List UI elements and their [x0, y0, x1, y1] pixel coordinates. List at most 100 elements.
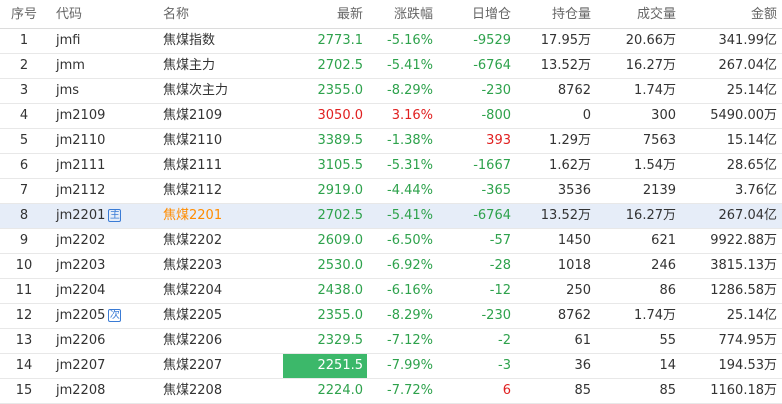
row-amount: 28.65亿 — [726, 158, 777, 173]
table-row[interactable]: 11 jm2204 焦煤2204 2438.0 -6.16% -12 250 86 1286.5… — [0, 279, 782, 304]
row-code-cell: jm2110 — [56, 129, 156, 153]
main-contract-badge: 主 — [108, 209, 122, 222]
row-name: 焦煤2207 — [163, 358, 223, 373]
row-volume: 16.27万 — [625, 208, 676, 223]
table-row[interactable]: 13 jm2206 焦煤2206 2329.5 -7.12% -2 61 55 774.95万 — [0, 329, 782, 354]
row-last-price: 3050.0 — [317, 108, 364, 123]
header-index[interactable]: 序号 — [0, 0, 48, 28]
row-index: 6 — [19, 158, 29, 173]
row-open-interest: 250 — [566, 283, 591, 298]
row-oi-change: -57 — [489, 233, 511, 248]
table-row[interactable]: 5 jm2110 焦煤2110 3389.5 -1.38% 393 1.29万 7563 15.… — [0, 129, 782, 154]
header-volume[interactable]: 成交量 — [591, 0, 676, 28]
row-volume: 86 — [659, 283, 676, 298]
row-name: 焦煤2112 — [163, 183, 223, 198]
table-row[interactable]: 4 jm2109 焦煤2109 3050.0 3.16% -800 0 300 5490.00万 — [0, 104, 782, 129]
row-code-cell: jm2207 — [56, 354, 156, 378]
row-code: jm2111 — [56, 158, 106, 173]
row-last-price: 2355.0 — [317, 308, 364, 323]
table-row[interactable]: 3 jms 焦煤次主力 2355.0 -8.29% -230 8762 1.74万 25.14亿 — [0, 79, 782, 104]
header-name[interactable]: 名称 — [163, 0, 283, 28]
row-code: jm2205 — [56, 308, 106, 323]
table-row[interactable]: 12 jm2205 次焦煤2205 2355.0 -8.29% -230 8762 1.74万… — [0, 304, 782, 329]
row-volume: 300 — [651, 108, 676, 123]
row-code-cell: jms — [56, 79, 156, 103]
row-last-price: 2919.0 — [317, 183, 364, 198]
row-code-cell: jm2206 — [56, 329, 156, 353]
row-volume: 246 — [651, 258, 676, 273]
header-code[interactable]: 代码 — [56, 0, 156, 28]
row-oi-change: -1667 — [473, 158, 511, 173]
row-change-pct: -8.29% — [387, 83, 433, 98]
row-oi-change: -2 — [498, 333, 511, 348]
table-row[interactable]: 1 jmfi 焦煤指数 2773.1 -5.16% -9529 17.95万 20.66万 34… — [0, 29, 782, 54]
header-oi-change[interactable]: 日增仓 — [433, 0, 511, 28]
row-last-price: 2224.0 — [317, 383, 364, 398]
header-amount[interactable]: 金额 — [676, 0, 777, 28]
row-code-cell: jm2203 — [56, 254, 156, 278]
row-index: 5 — [19, 133, 29, 148]
row-change-pct: -7.12% — [387, 333, 433, 348]
row-name: 焦煤2109 — [163, 108, 223, 123]
row-change-pct: -5.31% — [387, 158, 433, 173]
row-amount: 1286.58万 — [710, 283, 777, 298]
row-code-cell: jmfi — [56, 29, 156, 53]
row-code: jmfi — [56, 33, 81, 48]
row-index: 14 — [15, 358, 33, 373]
row-amount: 9922.88万 — [710, 233, 777, 248]
row-amount: 5490.00万 — [710, 108, 777, 123]
table-row[interactable]: 6 jm2111 焦煤2111 3105.5 -5.31% -1667 1.62万 1.54万… — [0, 154, 782, 179]
row-change-pct: -5.16% — [387, 33, 433, 48]
row-open-interest: 13.52万 — [540, 208, 591, 223]
row-name: 焦煤2111 — [163, 158, 223, 173]
row-index: 10 — [15, 258, 33, 273]
row-index: 13 — [15, 333, 33, 348]
table-row[interactable]: 9 jm2202 焦煤2202 2609.0 -6.50% -57 1450 621 9922.… — [0, 229, 782, 254]
row-code-cell: jm2112 — [56, 179, 156, 203]
row-index: 1 — [19, 33, 29, 48]
row-code-cell: jm2201 主 — [56, 204, 156, 228]
row-name: 焦煤2208 — [163, 383, 223, 398]
row-change-pct: -6.16% — [387, 283, 433, 298]
row-oi-change: -9529 — [473, 33, 511, 48]
row-amount: 267.04亿 — [718, 208, 778, 223]
row-oi-change: -6764 — [473, 208, 511, 223]
header-open-interest[interactable]: 持仓量 — [511, 0, 591, 28]
row-volume: 1.74万 — [634, 308, 676, 323]
header-change[interactable]: 涨跌幅 — [367, 0, 433, 28]
row-open-interest: 13.52万 — [540, 58, 591, 73]
row-index: 11 — [15, 283, 33, 298]
row-last-price: 2773.1 — [317, 33, 364, 48]
row-open-interest: 1450 — [557, 233, 591, 248]
table-row[interactable]: 14 jm2207 焦煤2207 2251.5 -7.99% -3 36 14 194.53万 — [0, 354, 782, 379]
table-row[interactable]: 2 jmm 焦煤主力 2702.5 -5.41% -6764 13.52万 16.27万 267… — [0, 54, 782, 79]
header-last[interactable]: 最新 — [283, 0, 367, 28]
row-amount: 3.76亿 — [735, 183, 777, 198]
row-code-cell: jm2202 — [56, 229, 156, 253]
row-name: 焦煤指数 — [163, 33, 216, 48]
table-row[interactable]: 10 jm2203 焦煤2203 2530.0 -6.92% -28 1018 246 3815… — [0, 254, 782, 279]
row-name: 焦煤2202 — [163, 233, 223, 248]
row-last-price: 3389.5 — [317, 133, 364, 148]
row-oi-change: 6 — [502, 383, 511, 398]
row-code: jm2109 — [56, 108, 106, 123]
row-code-cell: jm2111 — [56, 154, 156, 178]
row-amount: 341.99亿 — [718, 33, 778, 48]
row-code-cell: jm2109 — [56, 104, 156, 128]
row-last-price: 2438.0 — [317, 283, 364, 298]
row-open-interest: 8762 — [557, 308, 591, 323]
row-index: 4 — [19, 108, 29, 123]
row-amount: 194.53万 — [718, 358, 778, 373]
row-oi-change: -6764 — [473, 58, 511, 73]
row-change-pct: -6.92% — [387, 258, 433, 273]
row-open-interest: 1.29万 — [549, 133, 591, 148]
table-row[interactable]: 8 jm2201 主焦煤2201 2702.5 -5.41% -6764 13.52万 16.… — [0, 204, 782, 229]
row-open-interest: 36 — [574, 358, 591, 373]
row-amount: 25.14亿 — [726, 308, 777, 323]
row-last-price: 2702.5 — [317, 208, 364, 223]
table-row[interactable]: 7 jm2112 焦煤2112 2919.0 -4.44% -365 3536 2139 3.7… — [0, 179, 782, 204]
row-change-pct: 3.16% — [391, 108, 433, 123]
table-row[interactable]: 15 jm2208 焦煤2208 2224.0 -7.72% 6 85 85 1160.18万 — [0, 379, 782, 404]
row-change-pct: -7.99% — [387, 358, 433, 373]
row-name: 焦煤2205 — [163, 308, 223, 323]
